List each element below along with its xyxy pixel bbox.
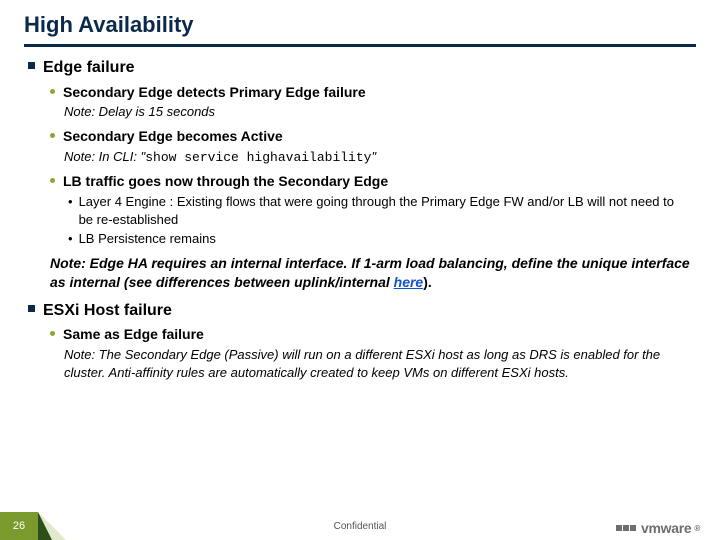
note-drs: Note: The Secondary Edge (Passive) will … xyxy=(64,346,692,381)
note-text: Note: The Secondary Edge (Passive) will … xyxy=(64,347,660,380)
section-heading-esxi-failure: ESXi Host failure xyxy=(28,300,692,322)
note-code: show service highavailability xyxy=(145,150,371,165)
section-heading-text: Edge failure xyxy=(43,57,135,79)
bullet-secondary-active: Secondary Edge becomes Active xyxy=(50,127,692,146)
footer: 26 Confidential vmware® xyxy=(0,510,720,540)
bullet-secondary-detects: Secondary Edge detects Primary Edge fail… xyxy=(50,83,692,102)
dot-bullet-icon xyxy=(50,89,55,94)
square-bullet-icon xyxy=(28,305,35,312)
vmware-logo: vmware® xyxy=(616,520,700,536)
confidential-label: Confidential xyxy=(0,521,720,532)
subbullet-layer4: • Layer 4 Engine : Existing flows that w… xyxy=(68,193,692,228)
note-prefix: Note: In CLI: " xyxy=(64,149,145,164)
small-bullet-icon: • xyxy=(68,230,73,248)
subbullet-text: LB Persistence remains xyxy=(79,230,216,248)
note-suffix: " xyxy=(371,149,376,164)
slide: High Availability Edge failure Secondary… xyxy=(0,0,720,540)
note-edge-ha-interface: Note: Edge HA requires an internal inter… xyxy=(50,254,692,292)
dot-bullet-icon xyxy=(50,331,55,336)
note-cli: Note: In CLI: "show service highavailabi… xyxy=(64,148,692,167)
content-area: Edge failure Secondary Edge detects Prim… xyxy=(0,57,720,381)
bullet-text: Same as Edge failure xyxy=(63,325,204,344)
section-heading-edge-failure: Edge failure xyxy=(28,57,692,79)
logo-text: vmware xyxy=(641,520,691,536)
dot-bullet-icon xyxy=(50,178,55,183)
big-note-post: ). xyxy=(423,274,432,290)
dot-bullet-icon xyxy=(50,133,55,138)
subbullet-persistence: • LB Persistence remains xyxy=(68,230,692,248)
section-heading-text: ESXi Host failure xyxy=(43,300,172,322)
subbullet-text: Layer 4 Engine : Existing flows that wer… xyxy=(79,193,692,228)
link-here[interactable]: here xyxy=(394,274,424,290)
bullet-same-as-edge: Same as Edge failure xyxy=(50,325,692,344)
small-bullet-icon: • xyxy=(68,193,73,228)
bullet-text: LB traffic goes now through the Secondar… xyxy=(63,172,388,191)
slide-title: High Availability xyxy=(0,0,720,44)
note-text: Note: Delay is 15 seconds xyxy=(64,104,215,119)
bullet-text: Secondary Edge becomes Active xyxy=(63,127,283,146)
square-bullet-icon xyxy=(28,62,35,69)
note-delay: Note: Delay is 15 seconds xyxy=(64,103,692,121)
title-underline xyxy=(24,44,696,47)
logo-boxes-icon xyxy=(616,525,636,531)
logo-registered: ® xyxy=(694,524,700,533)
bullet-text: Secondary Edge detects Primary Edge fail… xyxy=(63,83,366,102)
big-note-pre: Note: Edge HA requires an internal inter… xyxy=(50,255,690,290)
bullet-lb-traffic: LB traffic goes now through the Secondar… xyxy=(50,172,692,191)
